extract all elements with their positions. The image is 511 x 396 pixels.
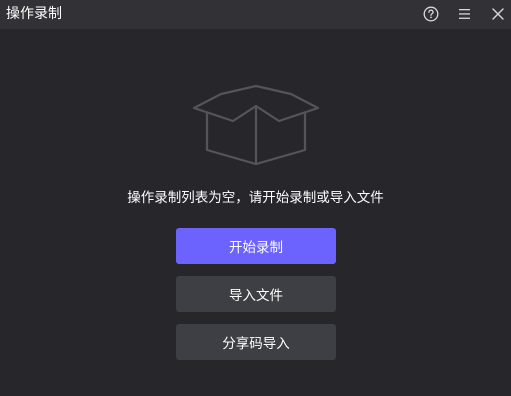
- help-button[interactable]: [421, 4, 441, 24]
- open-box-icon: [193, 84, 319, 165]
- close-x-icon: [492, 8, 504, 20]
- menu-button[interactable]: [455, 4, 475, 24]
- share-code-import-button[interactable]: 分享码导入: [176, 324, 336, 360]
- window-title: 操作录制: [6, 6, 62, 22]
- title-bar[interactable]: 操作录制: [0, 0, 511, 29]
- close-button[interactable]: [488, 4, 508, 24]
- question-circle-icon: [423, 6, 439, 22]
- start-recording-button[interactable]: 开始录制: [176, 228, 336, 264]
- recording-window: 操作录制 操作录制列表为空，请开始录制或导入文件 开始录制 导入文件 分享码导入: [0, 0, 511, 396]
- empty-state-message: 操作录制列表为空，请开始录制或导入文件: [127, 190, 384, 206]
- import-file-button[interactable]: 导入文件: [176, 276, 336, 312]
- hamburger-menu-icon: [459, 9, 470, 19]
